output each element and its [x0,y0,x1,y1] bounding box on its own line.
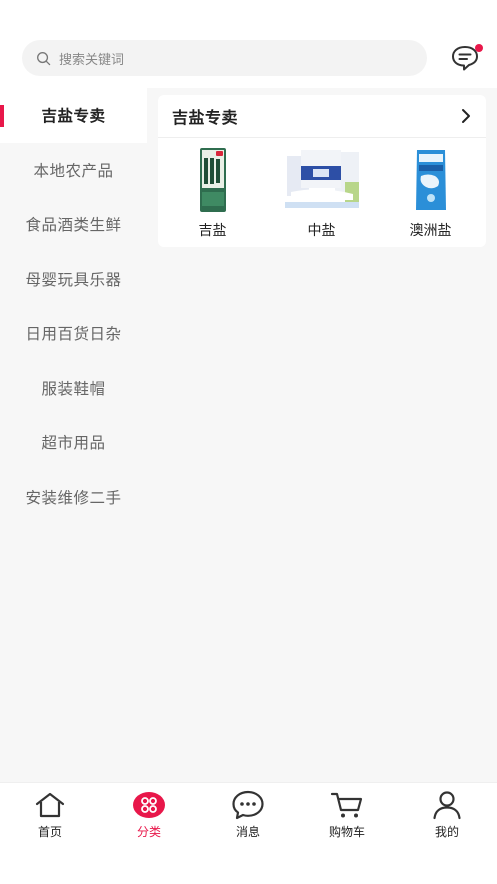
product-name: 吉盐 [198,223,227,239]
sidebar-item-repair-secondhand[interactable]: 安装维修二手 [0,470,147,525]
chevron-right-icon[interactable] [460,108,472,124]
category-content: 吉盐专卖 吉盐 中盐 澳洲盐 [147,88,497,782]
user-icon [433,791,461,820]
sidebar-item-local-produce[interactable]: 本地农产品 [0,143,147,198]
category-icon [133,792,165,818]
home-icon [35,792,65,818]
tab-home[interactable]: 首页 [15,789,85,841]
product-name: 中盐 [307,223,336,239]
tab-label: 首页 [37,825,62,839]
sidebar-item-supermarket[interactable]: 超市用品 [0,415,147,470]
sidebar-item-clothing[interactable]: 服装鞋帽 [0,361,147,416]
tab-label: 我的 [434,825,459,839]
salt-bag-image [415,150,446,210]
category-card: 吉盐专卖 吉盐 中盐 澳洲盐 [158,95,486,247]
tab-category[interactable]: 分类 [114,789,184,841]
sidebar-item-food-drinks[interactable]: 食品酒类生鲜 [0,197,147,252]
tab-label: 消息 [235,825,260,839]
product-item[interactable]: 中盐 [267,146,376,240]
salt-package-image [199,148,226,212]
search-bar[interactable]: 搜索关键词 [22,40,427,76]
search-icon [37,51,51,65]
product-name: 澳洲盐 [409,223,452,239]
tab-cart[interactable]: 购物车 [312,789,382,841]
product-item[interactable]: 吉盐 [158,146,267,240]
search-input[interactable]: 搜索关键词 [59,49,124,68]
cart-icon [330,792,363,818]
salt-box-image [284,150,359,208]
top-bar: 搜索关键词 [0,0,497,88]
tab-messages[interactable]: 消息 [213,789,283,841]
notification-dot [475,44,483,52]
card-title: 吉盐专卖 [172,108,239,127]
sidebar-item-baby-toys[interactable]: 母婴玩具乐器 [0,252,147,307]
tab-mine[interactable]: 我的 [412,789,482,841]
sidebar-item-daily-goods[interactable]: 日用百货日杂 [0,306,147,361]
tab-label: 分类 [136,825,161,839]
category-sidebar: 吉盐专卖 本地农产品 食品酒类生鲜 母婴玩具乐器 日用百货日杂 服装鞋帽 超市用… [0,88,147,782]
sidebar-item-jiyan[interactable]: 吉盐专卖 [0,88,147,143]
product-list: 吉盐 中盐 澳洲盐 [158,138,486,240]
bottom-tab-bar: 首页 分类 消息 购物车 我的 [0,782,497,884]
product-item[interactable]: 澳洲盐 [376,146,485,240]
message-button[interactable] [450,44,484,74]
message-icon [232,790,264,820]
card-header[interactable]: 吉盐专卖 [158,95,486,138]
tab-label: 购物车 [328,825,365,839]
